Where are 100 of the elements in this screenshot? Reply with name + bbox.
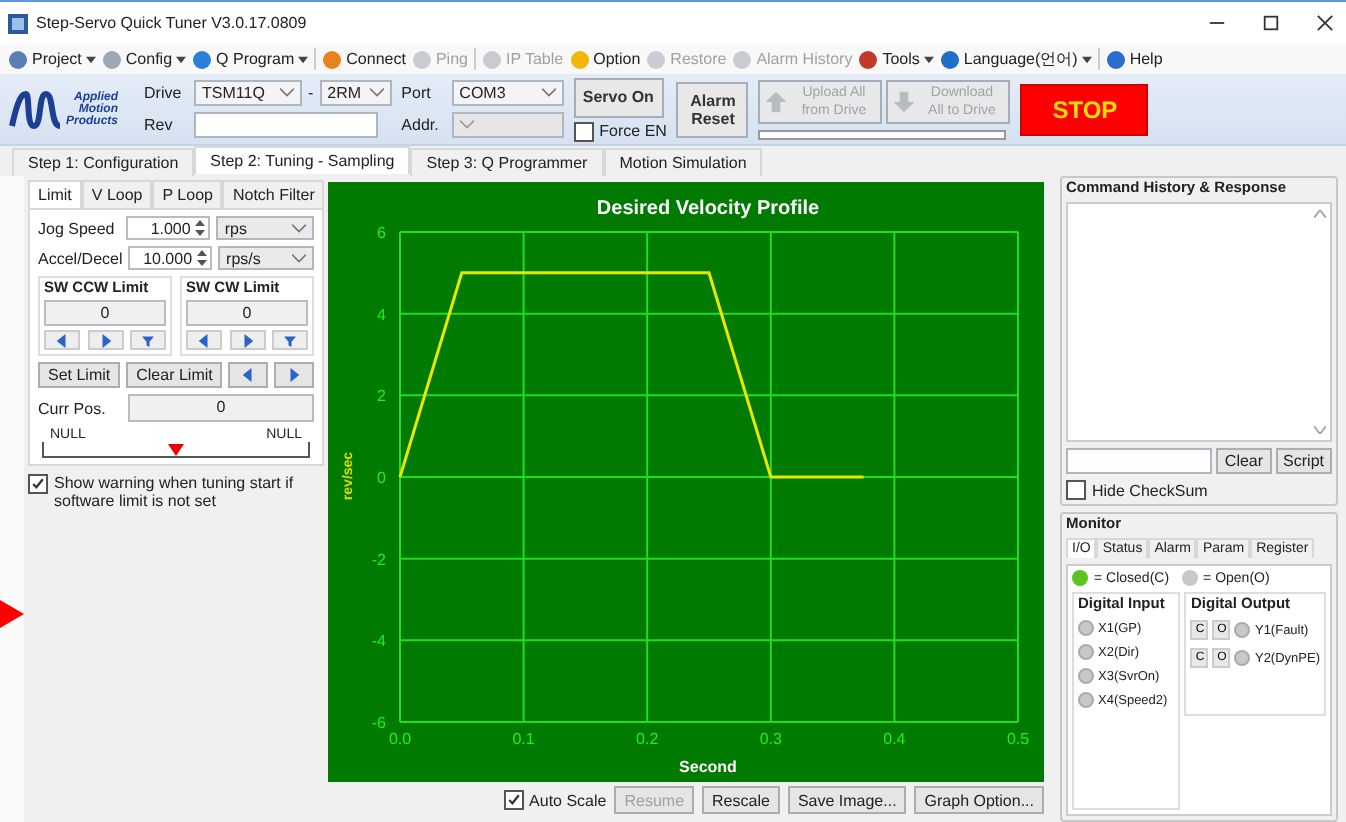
step-tab[interactable]: Step 1: Configuration bbox=[12, 148, 195, 176]
checkmark-icon bbox=[30, 476, 46, 492]
set-limit-button[interactable]: Set Limit bbox=[38, 362, 121, 388]
funnel-icon bbox=[142, 333, 154, 347]
warning-checkbox[interactable]: Show warning when tuning start if software limit is not set bbox=[28, 474, 324, 510]
funnel-icon bbox=[284, 333, 296, 347]
y-tick-label: -4 bbox=[371, 632, 386, 651]
y-tick-label: -2 bbox=[371, 550, 386, 569]
toolbar-icon bbox=[481, 49, 502, 69]
y-tick-label: 0 bbox=[377, 469, 386, 487]
clear-button[interactable]: Clear bbox=[1216, 448, 1272, 474]
upload-arrow-icon bbox=[764, 89, 789, 113]
toolbar-icon bbox=[732, 49, 753, 69]
jog-speed-field[interactable]: 1.000 bbox=[125, 216, 211, 240]
x-tick-label: 0.3 bbox=[759, 730, 782, 748]
close-icon[interactable] bbox=[1316, 14, 1334, 32]
toolbar-menu-item[interactable]: Q Program bbox=[192, 49, 309, 69]
step-tab[interactable]: Step 2: Tuning - Sampling bbox=[194, 146, 411, 174]
x-tick-label: 0.4 bbox=[883, 730, 906, 748]
chart-button[interactable]: Save Image... bbox=[787, 786, 907, 814]
left-triangle-icon bbox=[242, 368, 255, 382]
hide-checksum-checkbox[interactable]: Hide CheckSum bbox=[1066, 480, 1332, 500]
move-right-button[interactable] bbox=[274, 362, 314, 388]
toolbar-icon bbox=[858, 49, 879, 69]
x-tick-label: 0.0 bbox=[388, 730, 412, 748]
toolbar-menu-item[interactable]: Help bbox=[1105, 49, 1163, 69]
move-left-button[interactable] bbox=[228, 362, 269, 388]
left-triangle-icon bbox=[198, 333, 210, 347]
alarm-reset-button[interactable]: Alarm Reset bbox=[676, 81, 749, 137]
rev-field[interactable] bbox=[194, 112, 378, 138]
move-left-button[interactable] bbox=[44, 330, 80, 350]
x-tick-label: 0.2 bbox=[636, 730, 659, 748]
toolbar-icon bbox=[8, 49, 28, 69]
y-tick-label: 6 bbox=[377, 224, 386, 242]
accel-label: Accel/Decel bbox=[38, 249, 122, 267]
limit-value-field: 0 bbox=[44, 300, 166, 326]
move-left-button[interactable] bbox=[186, 330, 222, 350]
toolbar-icon bbox=[939, 49, 960, 69]
spin-arrows-icon bbox=[196, 248, 209, 268]
toolbar-icon bbox=[322, 49, 343, 69]
filter-button[interactable] bbox=[272, 330, 308, 350]
download-arrow-icon bbox=[892, 89, 917, 113]
accel-unit-select[interactable]: rps/s bbox=[218, 246, 314, 270]
jog-speed-label: Jog Speed bbox=[38, 219, 117, 237]
tuning-tab[interactable]: Limit bbox=[28, 180, 82, 208]
x-tick-label: 0.1 bbox=[512, 730, 535, 748]
dash-text: - bbox=[308, 84, 314, 102]
chart-button[interactable]: Graph Option... bbox=[914, 786, 1044, 814]
toolbar-menu-item[interactable]: Option bbox=[569, 49, 641, 69]
toolbar-icon bbox=[411, 49, 432, 69]
move-right-button[interactable] bbox=[229, 330, 265, 350]
window-title: Step-Servo Quick Tuner V3.0.17.0809 bbox=[36, 14, 307, 32]
x-axis-label: Second bbox=[679, 758, 737, 776]
toolbar-icon bbox=[1105, 49, 1126, 69]
current-position-label: Curr Pos. bbox=[38, 399, 108, 417]
toolbar-menu-item[interactable]: Connect bbox=[322, 49, 406, 69]
script-button[interactable]: Script bbox=[1275, 448, 1332, 474]
command-field[interactable] bbox=[1066, 448, 1213, 474]
auto-scale-checkbox[interactable]: Auto Scale bbox=[503, 790, 607, 810]
y-tick-label: 4 bbox=[377, 305, 386, 324]
limit-value-field: 0 bbox=[186, 300, 308, 326]
chart-button[interactable]: Rescale bbox=[702, 786, 780, 814]
drive-option-select[interactable]: 2RM bbox=[319, 80, 392, 106]
app-icon bbox=[8, 13, 28, 33]
servo-on-button[interactable]: Servo On bbox=[573, 77, 664, 117]
toolbar-menu-item[interactable]: Project bbox=[8, 49, 96, 69]
right-triangle-icon bbox=[241, 333, 253, 347]
maximize-icon[interactable] bbox=[1262, 14, 1280, 32]
toolbar-icon bbox=[192, 49, 213, 69]
right-triangle-icon bbox=[99, 333, 111, 347]
checkmark-icon bbox=[505, 792, 522, 808]
toolbar-menu-item[interactable]: Tools bbox=[858, 49, 934, 69]
pointer-arrow-icon bbox=[0, 600, 24, 628]
address-label: Addr. bbox=[401, 116, 441, 134]
wave-logo-icon bbox=[6, 89, 66, 129]
step-tab[interactable]: Motion Simulation bbox=[603, 148, 763, 176]
accel-field[interactable]: 10.000 bbox=[128, 246, 213, 270]
port-label: Port bbox=[401, 84, 433, 102]
left-triangle-icon bbox=[56, 333, 68, 347]
speed-unit-select[interactable]: rps bbox=[216, 216, 314, 240]
toolbar-icon bbox=[569, 49, 590, 69]
y-tick-label: 2 bbox=[377, 387, 386, 406]
port-select[interactable]: COM3 bbox=[451, 80, 564, 106]
current-position-field: 0 bbox=[128, 394, 314, 422]
drive-label: Drive bbox=[144, 84, 184, 102]
move-right-button[interactable] bbox=[87, 330, 123, 350]
x-tick-label: 0.5 bbox=[1006, 730, 1030, 748]
toolbar-icon bbox=[101, 49, 122, 69]
y-tick-label: -6 bbox=[371, 714, 386, 732]
step-tab[interactable]: Step 3: Q Programmer bbox=[410, 148, 604, 176]
clear-limit-button[interactable]: Clear Limit bbox=[126, 362, 223, 388]
toolbar-menu-item[interactable]: Language(언어) bbox=[939, 48, 1092, 70]
chart-title: Desired Velocity Profile bbox=[596, 198, 820, 220]
right-triangle-icon bbox=[288, 368, 301, 382]
drive-select[interactable]: TSM11Q bbox=[194, 80, 302, 106]
spin-arrows-icon bbox=[194, 218, 207, 238]
filter-button[interactable] bbox=[130, 330, 166, 350]
force-enable-checkbox[interactable]: Force EN bbox=[573, 121, 667, 141]
toolbar-menu-item[interactable]: Config bbox=[101, 49, 187, 69]
toolbar-icon bbox=[646, 49, 667, 69]
